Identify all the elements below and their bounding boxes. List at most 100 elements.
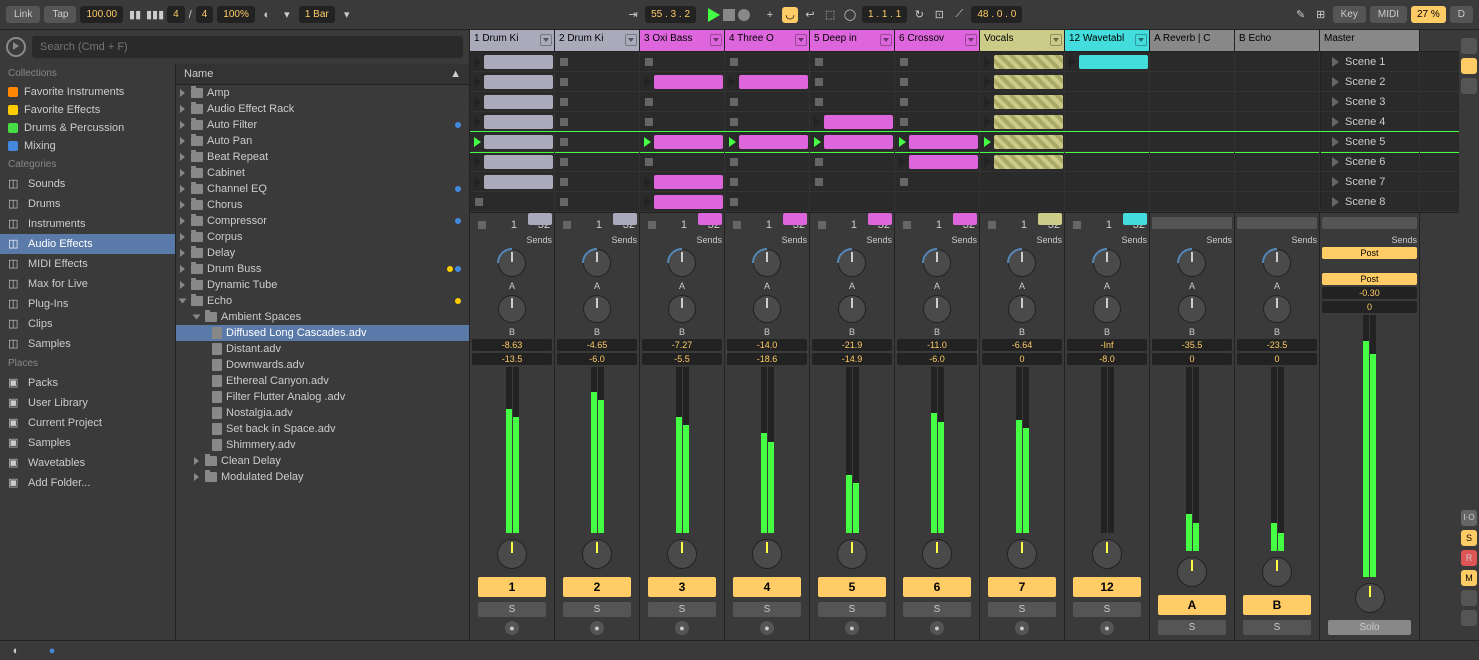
place-item[interactable]: ▣Samples: [0, 433, 175, 453]
expand-arrow-icon[interactable]: [180, 185, 185, 193]
clip-play-icon[interactable]: [899, 157, 906, 167]
clip-slot[interactable]: [980, 92, 1065, 111]
clip-slot[interactable]: [895, 52, 980, 71]
track-dropdown-icon[interactable]: [965, 34, 977, 46]
send-value[interactable]: -6.0: [557, 353, 637, 365]
send-a-knob[interactable]: [583, 249, 611, 277]
clip-play-icon[interactable]: [729, 77, 736, 87]
scene-launch[interactable]: Scene 1: [1320, 52, 1420, 71]
loop-field[interactable]: 48 . 0 . 0: [971, 6, 1022, 23]
preset-item[interactable]: Nostalgia.adv: [176, 405, 469, 421]
clip-slot[interactable]: [1065, 172, 1150, 191]
io-icon[interactable]: I·O: [1461, 510, 1477, 526]
key-button[interactable]: Key: [1333, 6, 1366, 23]
clip-slot[interactable]: [555, 72, 640, 91]
device-item[interactable]: Auto Pan: [176, 133, 469, 149]
clip-slot[interactable]: [555, 52, 640, 71]
clip[interactable]: [739, 75, 808, 89]
clip-slot[interactable]: [640, 172, 725, 191]
expand-arrow-icon[interactable]: [193, 315, 201, 320]
loop-icon[interactable]: ↻: [911, 7, 927, 23]
clip-stop-icon[interactable]: [900, 118, 908, 126]
clip-slot[interactable]: [980, 152, 1065, 171]
hide-browser-icon[interactable]: [1461, 38, 1477, 54]
category-item[interactable]: ◫Plug-Ins: [0, 294, 175, 314]
clip-slot[interactable]: [810, 112, 895, 131]
volume-value[interactable]: -23.5: [1237, 339, 1317, 351]
clip-slot[interactable]: [640, 112, 725, 131]
device-item[interactable]: Beat Repeat: [176, 149, 469, 165]
clip[interactable]: [484, 155, 553, 169]
clip-slot[interactable]: [555, 192, 640, 211]
info-icon[interactable]: ●: [44, 643, 60, 659]
track-dropdown-icon[interactable]: [795, 34, 807, 46]
solo-button[interactable]: S: [988, 602, 1056, 617]
send-value[interactable]: -14.9: [812, 353, 892, 365]
track-activator[interactable]: B: [1243, 595, 1311, 615]
collection-item[interactable]: Drums & Percussion: [0, 119, 175, 137]
expand-arrow-icon[interactable]: [180, 105, 185, 113]
clip-play-icon[interactable]: [474, 177, 481, 187]
clip-play-icon[interactable]: [984, 157, 991, 167]
clip-slot[interactable]: [1065, 92, 1150, 111]
send-a-knob[interactable]: [838, 249, 866, 277]
clip-play-icon[interactable]: [1069, 57, 1076, 67]
scene-launch[interactable]: Scene 2: [1320, 72, 1420, 91]
preset-item[interactable]: Downwards.adv: [176, 357, 469, 373]
send-a-knob[interactable]: [1263, 249, 1291, 277]
clip-slot[interactable]: [640, 192, 725, 211]
clip-slot[interactable]: [470, 192, 555, 211]
preset-item[interactable]: Distant.adv: [176, 341, 469, 357]
clip-stop-icon[interactable]: [645, 158, 653, 166]
scene-launch[interactable]: Scene 6: [1320, 152, 1420, 171]
clip-slot[interactable]: [980, 72, 1065, 91]
name-column-header[interactable]: Name: [184, 68, 213, 80]
status-icon[interactable]: ◐: [8, 643, 24, 659]
clip-stop-icon[interactable]: [730, 118, 738, 126]
track-activator[interactable]: 1: [478, 577, 546, 597]
expand-arrow-icon[interactable]: [194, 457, 199, 465]
pan-knob[interactable]: [1092, 539, 1122, 569]
clip-slot[interactable]: [895, 112, 980, 131]
clip-slot[interactable]: [470, 172, 555, 191]
send-b-knob[interactable]: [668, 295, 696, 323]
place-item[interactable]: ▣Packs: [0, 373, 175, 393]
track-dropdown-icon[interactable]: [540, 34, 552, 46]
delay-icon[interactable]: [1461, 590, 1477, 606]
link-button[interactable]: Link: [6, 6, 40, 23]
clip-stop-icon[interactable]: [645, 118, 653, 126]
clip[interactable]: [994, 115, 1063, 129]
send-b-knob[interactable]: [498, 295, 526, 323]
clip-slot[interactable]: [725, 72, 810, 91]
clip-slot[interactable]: [470, 152, 555, 171]
clip-slot[interactable]: [895, 92, 980, 111]
preset-item[interactable]: Set back in Space.adv: [176, 421, 469, 437]
clip-stop-icon[interactable]: [900, 178, 908, 186]
clip-play-icon[interactable]: [644, 137, 651, 147]
solo-button[interactable]: S: [1073, 602, 1141, 617]
send-a-knob[interactable]: [1178, 249, 1206, 277]
clip[interactable]: [484, 135, 553, 149]
clip-stop-icon[interactable]: [560, 138, 568, 146]
clip-stop-icon[interactable]: [815, 78, 823, 86]
device-item[interactable]: Amp: [176, 85, 469, 101]
session-rec-icon[interactable]: ◯: [842, 7, 858, 23]
send-a-knob[interactable]: [753, 249, 781, 277]
arm-button[interactable]: ●: [1015, 621, 1029, 635]
solo-button[interactable]: S: [1243, 620, 1311, 635]
track-header[interactable]: 5 Deep in: [810, 30, 895, 51]
clip-stop-icon[interactable]: [900, 78, 908, 86]
volume-value[interactable]: -21.9: [812, 339, 892, 351]
arm-button[interactable]: ●: [845, 621, 859, 635]
device-item[interactable]: Compressor: [176, 213, 469, 229]
clip-play-icon[interactable]: [474, 97, 481, 107]
r-icon[interactable]: R: [1461, 550, 1477, 566]
stop-all-icon[interactable]: [478, 221, 486, 229]
clip-slot[interactable]: [810, 152, 895, 171]
return-header[interactable]: B Echo: [1235, 30, 1320, 51]
clip[interactable]: [484, 115, 553, 129]
clip-slot[interactable]: [980, 132, 1065, 151]
volume-value[interactable]: -11.0: [897, 339, 977, 351]
track-header[interactable]: 1 Drum Ki: [470, 30, 555, 51]
clip[interactable]: [994, 135, 1063, 149]
